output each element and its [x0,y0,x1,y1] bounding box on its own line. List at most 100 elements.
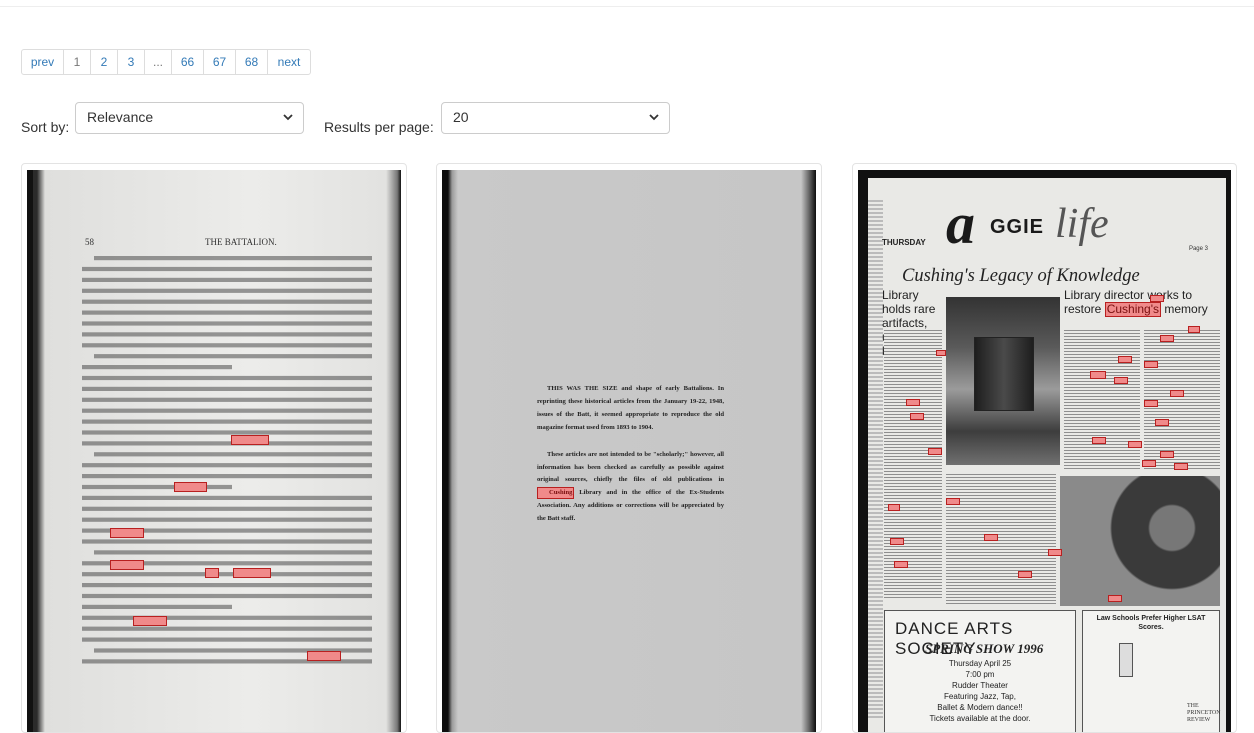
result-card-2[interactable]: THIS WAS THE SIZE and shape of early Bat… [436,163,822,733]
text-line [82,506,372,511]
logo-letter-a: a [946,191,975,256]
search-hit-highlight [1144,400,1158,407]
page-2-button[interactable]: 2 [90,49,118,75]
page-68-button[interactable]: 68 [235,49,268,75]
sort-by-label: Sort by: [21,119,70,135]
result-thumbnail-2[interactable]: THIS WAS THE SIZE and shape of early Bat… [442,170,816,732]
ad-featuring: Featuring Jazz, Tap, [944,692,1016,701]
search-hit-highlight [1188,326,1200,333]
page-1-button[interactable]: 1 [63,49,91,75]
text-line [82,593,372,599]
text-line [82,365,232,370]
page-body-text: THIS WAS THE SIZE and shape of early Bat… [537,383,724,540]
article-column [884,330,942,600]
ad2-brand: THE PRINCETON REVIEW [1187,703,1221,723]
search-hit-highlight [894,561,908,568]
search-hit-highlight [1150,295,1164,302]
right-subhead: Library director works to restore Cushin… [1064,288,1224,317]
article-column [1064,330,1140,470]
text-line [82,484,232,490]
chevron-down-icon [649,114,659,121]
text-line [82,343,372,348]
search-hit-highlight [1174,463,1188,470]
ad-date: Thursday April 25 [948,659,1012,668]
text-line [82,310,372,315]
princeton-review-ad: Law Schools Prefer Higher LSAT Scores. T… [1082,610,1221,732]
header-divider [0,6,1254,7]
page-label: Page 3 [1188,246,1208,252]
search-hit-highlight [1144,361,1158,368]
text-line [82,332,372,337]
scanned-newspaper-image: a GGIE life THURSDAY Page 3 Cushing's Le… [858,170,1231,732]
text-line [82,615,372,620]
next-page-button[interactable]: next [267,49,311,75]
results-per-page-label: Results per page: [324,119,434,135]
search-hit-highlight [984,534,998,541]
search-hit-highlight: Cushing's [1104,302,1162,317]
ad-time: 7:00 pm [965,670,995,679]
text-line [82,495,372,500]
chevron-down-icon [283,114,293,121]
text-line [82,419,372,424]
text-line [82,386,372,391]
scanned-page-image: THIS WAS THE SIZE and shape of early Bat… [442,170,816,732]
scanned-page-image: 58 THE BATTALION. [27,170,401,732]
text-line [82,266,372,272]
results-per-page-value: 20 [453,109,469,125]
search-hit-highlight [231,435,269,445]
ad-styles: Ballet & Modern dance!! [937,703,1023,712]
search-hit-highlight [1108,595,1122,602]
page-3-button[interactable]: 3 [117,49,145,75]
paragraph-2-text: These articles are not intended to be "s… [537,450,724,484]
sort-select[interactable]: Relevance [75,102,304,134]
headline: Cushing's Legacy of Knowledge [902,266,1140,286]
page-text-lines [82,256,372,664]
text-line [82,299,372,304]
page-ellipsis: ... [144,49,172,75]
search-hit-highlight [1128,441,1142,448]
newspaper-page: a GGIE life THURSDAY Page 3 Cushing's Le… [868,178,1226,732]
results-per-page-select[interactable]: 20 [441,102,670,134]
text-line [82,572,372,577]
text-line [82,626,372,631]
text-line [94,354,372,359]
text-line [82,517,372,522]
ad-venue: Rudder Theater [952,681,1008,690]
result-card-3[interactable]: a GGIE life THURSDAY Page 3 Cushing's Le… [852,163,1237,733]
ad2-graphic [1119,643,1133,677]
text-line [82,583,372,588]
text-line [82,397,372,402]
prev-page-button[interactable]: prev [21,49,64,75]
search-hit-highlight [233,568,271,578]
text-line [82,474,372,479]
search-hit-highlight [307,651,341,661]
result-thumbnail-1[interactable]: 58 THE BATTALION. [27,170,401,732]
result-thumbnail-3[interactable]: a GGIE life THURSDAY Page 3 Cushing's Le… [858,170,1231,732]
search-hit-highlight [890,538,904,545]
text-line [82,321,372,326]
search-hit-highlight [1114,377,1128,384]
page-67-button[interactable]: 67 [203,49,236,75]
search-hit-highlight [1160,335,1174,342]
result-card-1[interactable]: 58 THE BATTALION. [21,163,407,733]
page-66-button[interactable]: 66 [171,49,204,75]
search-hit-highlight [174,482,207,492]
ad-show: SPRING SHOW 1996 [925,641,1044,656]
search-hit-highlight [936,350,946,356]
text-line [82,288,372,293]
sort-select-value: Relevance [87,109,154,125]
search-hit-highlight [133,616,167,626]
text-line [82,375,372,381]
search-hit-highlight [110,528,144,538]
search-hit-highlight [1155,419,1169,426]
page-number: 58 [85,237,94,247]
search-hit-highlight [888,504,900,511]
dance-arts-ad: DANCE ARTS SOCIETY SPRING SHOW 1996 Thur… [884,610,1076,732]
search-hit-highlight [1118,356,1132,363]
text-line [82,277,372,282]
text-line [82,539,372,544]
search-hit-highlight [1170,390,1184,397]
search-hit-highlight [1090,371,1106,379]
ad2-title: Law Schools Prefer Higher LSAT Scores. [1096,615,1206,631]
search-hit-highlight [946,498,960,505]
